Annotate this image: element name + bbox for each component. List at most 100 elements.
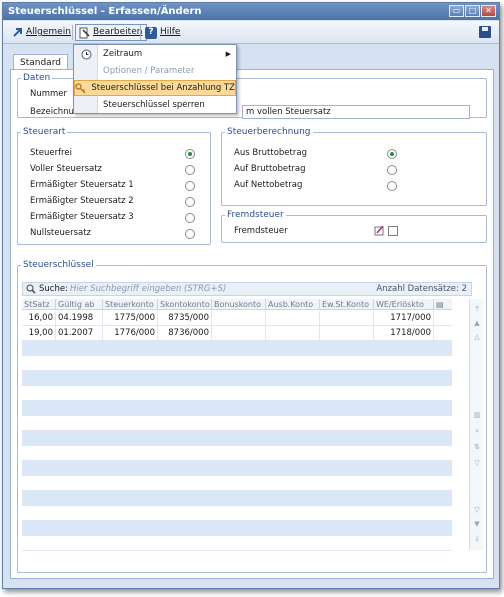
title-bar: Steuerschlüssel - Erfassen/Ändern ▭ □ ✕ xyxy=(3,3,499,20)
fremdsteuer-label: Fremdsteuer xyxy=(234,226,288,236)
first-record-icon[interactable]: ⤒ xyxy=(472,305,482,313)
table-row[interactable]: 16,00 04.1998 1775/000 8735/000 1717/000 xyxy=(22,311,452,326)
column-header[interactable]: Ew.St.Konto xyxy=(320,299,374,309)
steuerart-radio-erm1[interactable] xyxy=(185,181,195,191)
column-header[interactable]: StSatz xyxy=(22,299,56,309)
filter-icon[interactable]: ▽ xyxy=(472,459,482,467)
steuerart-radio-null[interactable] xyxy=(185,229,195,239)
menu-hilfe[interactable]: ? Hilfe xyxy=(143,24,184,41)
steuerart-option-label: Ermäßigter Steuersatz 3 xyxy=(30,212,134,222)
search-bar: Suche: Hier Suchbegriff eingeben (STRG+S… xyxy=(22,282,472,296)
bezeichnung-field[interactable]: m vollen Steuersatz xyxy=(242,105,470,119)
close-icon[interactable]: ✕ xyxy=(481,5,496,17)
menu-item-optionen[interactable]: Optionen / Parameter xyxy=(74,63,236,79)
cell-skontokonto: 8736/000 xyxy=(158,326,212,340)
menu-bearbeiten[interactable]: Bearbeiten xyxy=(75,24,148,41)
cell-steuerkonto: 1775/000 xyxy=(103,311,158,325)
cell-stsatz: 16,00 xyxy=(22,311,56,325)
search-icon xyxy=(26,284,36,298)
menu-item-anzahlung-tz[interactable]: Steuerschlüssel bei Anzahlung TZ xyxy=(74,80,236,96)
steuerart-radio-erm2[interactable] xyxy=(185,197,195,207)
empty-row xyxy=(22,521,452,536)
save-icon[interactable] xyxy=(479,26,491,38)
cell-erloeskto: 1717/000 xyxy=(374,311,434,325)
column-header[interactable]: Skontokonto xyxy=(158,299,212,309)
steuerart-radio-voller[interactable] xyxy=(185,165,195,175)
column-header[interactable]: WE/Erlöskto xyxy=(374,299,434,309)
cell-stsatz: 19,00 xyxy=(22,326,56,340)
column-header[interactable]: Bonuskonto xyxy=(212,299,266,309)
clock-icon xyxy=(74,49,98,60)
column-header[interactable]: Gültig ab xyxy=(56,299,103,309)
empty-row xyxy=(22,401,452,416)
grid-header: StSatz Gültig ab Steuerkonto Skontokonto… xyxy=(22,299,452,310)
menu-item-sperren[interactable]: Steuerschlüssel sperren xyxy=(74,97,236,113)
sort-icon[interactable]: ⇅ xyxy=(472,443,482,451)
previous-page-icon[interactable]: ▲ xyxy=(472,319,482,327)
cell-steuerkonto: 1776/000 xyxy=(103,326,158,340)
empty-row xyxy=(22,446,452,461)
bearbeiten-dropdown: Zeitraum ▶ Optionen / Parameter Steuersc… xyxy=(73,44,237,114)
steuerart-radio-steuerfrei[interactable] xyxy=(185,149,195,159)
menu-allgemein[interactable]: Allgemein xyxy=(9,24,75,41)
column-chooser-icon[interactable]: ▤ xyxy=(434,299,452,309)
cell-skontokonto: 8735/000 xyxy=(158,311,212,325)
empty-row xyxy=(22,536,452,551)
steuerberechnung-legend: Steuerberechnung xyxy=(227,127,311,137)
find-icon[interactable]: ⌕ xyxy=(472,427,482,435)
table-row[interactable]: 19,00 01.2007 1776/000 8736/000 1718/000 xyxy=(22,326,452,341)
cell-bonuskonto xyxy=(212,311,266,325)
steuerberechnung-option-label: Aus Bruttobetrag xyxy=(234,148,307,158)
empty-row xyxy=(22,356,452,371)
menu-item-label: Steuerschlüssel bei Anzahlung TZ xyxy=(91,83,235,93)
cell-gueltig-ab: 04.1998 xyxy=(56,311,103,325)
edit-pencil-icon[interactable] xyxy=(374,225,385,236)
steuerberechnung-group: Steuerberechnung Aus Bruttobetrag Auf Br… xyxy=(221,127,487,206)
help-icon: ? xyxy=(145,26,157,39)
last-record-icon[interactable]: ⤓ xyxy=(472,534,482,542)
column-header[interactable]: Steuerkonto xyxy=(103,299,158,309)
grid-rows: 16,00 04.1998 1775/000 8735/000 1717/000… xyxy=(22,311,452,551)
steuerberechnung-radio-auf-netto[interactable] xyxy=(387,181,397,191)
empty-row xyxy=(22,431,452,446)
steuerberechnung-option-label: Auf Bruttobetrag xyxy=(234,164,306,174)
empty-row xyxy=(22,386,452,401)
steuerart-option-label: Voller Steuersatz xyxy=(30,164,103,174)
steuerberechnung-radio-aus-brutto[interactable] xyxy=(387,149,397,159)
columns-icon[interactable]: ▥ xyxy=(472,411,482,419)
menu-item-label: Optionen / Parameter xyxy=(103,66,195,76)
steuerberechnung-option-label: Auf Nettobetrag xyxy=(234,180,303,190)
steuerart-group: Steuerart Steuerfrei Voller Steuersatz E… xyxy=(17,127,211,245)
cell-ewstkonto xyxy=(320,311,374,325)
menu-item-zeitraum[interactable]: Zeitraum ▶ xyxy=(74,46,236,62)
steuerberechnung-radio-auf-brutto[interactable] xyxy=(387,165,397,175)
fremdsteuer-checkbox[interactable] xyxy=(388,226,398,236)
column-header[interactable]: Ausb.Konto xyxy=(266,299,320,309)
record-count: Anzahl Datensätze: 2 xyxy=(376,284,467,294)
next-record-icon[interactable]: ▽ xyxy=(472,506,482,514)
empty-row xyxy=(22,341,452,356)
empty-row xyxy=(22,491,452,506)
nummer-label: Nummer xyxy=(30,89,68,99)
empty-row xyxy=(22,506,452,521)
cell-erloeskto: 1718/000 xyxy=(374,326,434,340)
minimize-icon[interactable]: ▭ xyxy=(449,5,464,17)
cell-gueltig-ab: 01.2007 xyxy=(56,326,103,340)
next-page-icon[interactable]: ▼ xyxy=(472,520,482,528)
cell-ewstkonto xyxy=(320,326,374,340)
steuerart-radio-erm3[interactable] xyxy=(185,213,195,223)
steuerart-option-label: Ermäßigter Steuersatz 1 xyxy=(30,180,134,190)
previous-record-icon[interactable]: △ xyxy=(472,333,482,341)
fremdsteuer-legend: Fremdsteuer xyxy=(227,210,284,220)
empty-row xyxy=(22,476,452,491)
steuerart-option-label: Nullsteuersatz xyxy=(30,228,92,238)
cell-ausbkonto xyxy=(266,326,320,340)
main-window: Steuerschlüssel - Erfassen/Ändern ▭ □ ✕ … xyxy=(2,2,500,589)
submenu-arrow-icon: ▶ xyxy=(225,50,231,58)
search-input[interactable]: Hier Suchbegriff eingeben (STRG+S) xyxy=(70,283,226,295)
menu-item-label: Zeitraum xyxy=(103,49,143,59)
window-title: Steuerschlüssel - Erfassen/Ändern xyxy=(8,6,202,17)
menu-bar: Allgemein Bearbeiten ? Hilfe xyxy=(3,21,499,44)
empty-row xyxy=(22,416,452,431)
maximize-icon[interactable]: □ xyxy=(465,5,480,17)
